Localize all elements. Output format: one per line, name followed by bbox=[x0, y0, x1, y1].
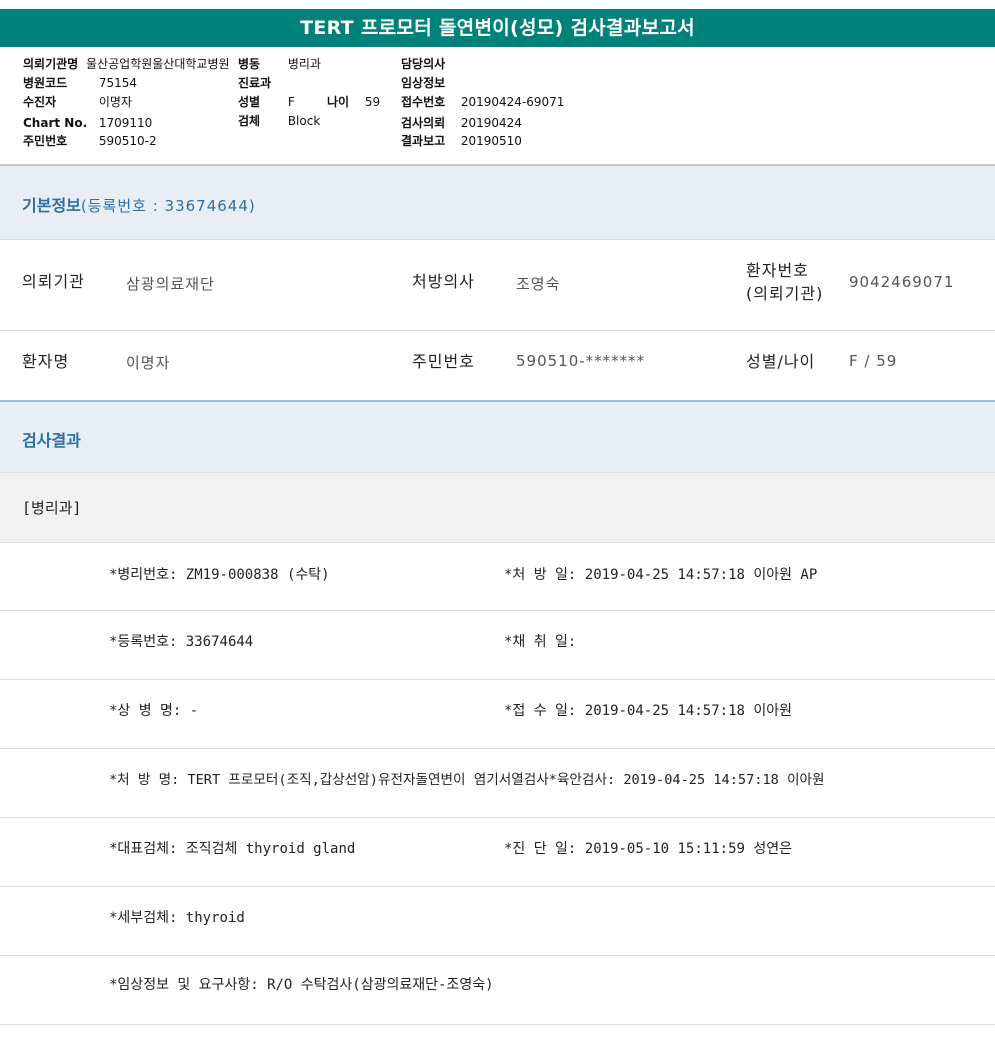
header-col1-row2: 병원코드 75154 bbox=[23, 75, 137, 91]
result-row: *처 방 명: TERT 프로모터(조직,갑상선암)유전자돌연변이 염기서열검사… bbox=[0, 749, 995, 818]
header-label: 담당의사 bbox=[401, 57, 446, 71]
basic-info-row-2: 환자명 이명자 주민번호 590510-******* 성별/나이 F / 59 bbox=[0, 331, 995, 401]
doctor-value: 조영숙 bbox=[516, 275, 561, 293]
header-col2-row3: 성별 F bbox=[238, 94, 295, 110]
result-left: *상 병 명: - bbox=[109, 703, 199, 719]
result-row: *세부검체: thyroid bbox=[0, 887, 995, 956]
header-label: 병동 bbox=[238, 57, 261, 71]
institution-label: 의뢰기관 bbox=[22, 272, 85, 291]
header-value: 병리과 bbox=[287, 57, 321, 71]
header-value: 울산공업학원울산대학교병원 bbox=[86, 57, 230, 71]
report-title: TERT 프로모터 돌연변이(성모) 검사결과보고서 bbox=[0, 9, 995, 47]
sex-age-value: F / 59 bbox=[849, 352, 898, 370]
basic-info-title-text: 기본정보 bbox=[22, 196, 81, 215]
header-value: F bbox=[287, 95, 295, 109]
department-label: [병리과] bbox=[22, 499, 82, 517]
basic-info-title: 기본정보(등록번호 : 33674644) bbox=[22, 192, 256, 216]
result-left: *처 방 명: TERT 프로모터(조직,갑상선암)유전자돌연변이 염기서열검사… bbox=[109, 772, 825, 788]
header-value: 75154 bbox=[98, 76, 138, 90]
header-value: Block bbox=[287, 114, 321, 128]
basic-info-row-1: 의뢰기관 삼광의료재단 처방의사 조영숙 환자번호 (의뢰기관) 9042469… bbox=[0, 240, 995, 331]
header-col1-row5: 주민번호 590510-2 bbox=[23, 133, 157, 149]
result-left: *세부검체: thyroid bbox=[109, 910, 245, 926]
header-col1-row3: 수진자 이명자 bbox=[23, 94, 132, 110]
header-col2-row4: 검체 Block bbox=[238, 113, 320, 129]
header-label: 접수번호 bbox=[401, 95, 446, 109]
patient-name-value: 이명자 bbox=[126, 354, 171, 372]
header-age: 나이 59 bbox=[327, 94, 380, 110]
result-row: *병리번호: ZM19-000838 (수탁) *처 방 일: 2019-04-… bbox=[0, 542, 995, 611]
result-row: *임상정보 및 요구사항: R/O 수탁검사(삼광의료재단-조영숙) bbox=[0, 956, 995, 1025]
basic-info-subtitle: (등록번호 : 33674644) bbox=[80, 197, 256, 215]
result-right: *접 수 일: 2019-04-25 14:57:18 이아원 bbox=[504, 703, 792, 719]
header-col3-row3: 접수번호 20190424-69071 bbox=[401, 94, 564, 110]
result-right: *진 단 일: 2019-05-10 15:11:59 성연은 bbox=[504, 841, 792, 857]
header-value: 20190510 bbox=[460, 134, 522, 148]
header-label: 나이 bbox=[327, 95, 350, 109]
department-band: [병리과] bbox=[0, 472, 995, 542]
patient-name-label: 환자명 bbox=[22, 352, 70, 371]
result-row: *등록번호: 33674644 *채 취 일: bbox=[0, 611, 995, 680]
header-label: 임상정보 bbox=[401, 76, 446, 90]
header-col3-row5: 결과보고 20190510 bbox=[401, 133, 522, 149]
header-col1-row4: Chart No. 1709110 bbox=[23, 115, 152, 131]
institution-value: 삼광의료재단 bbox=[126, 275, 215, 293]
result-left: *병리번호: ZM19-000838 (수탁) bbox=[109, 567, 330, 583]
doctor-label: 처방의사 bbox=[412, 272, 475, 291]
result-left: *대표검체: 조직검체 thyroid gland bbox=[109, 841, 356, 857]
header-label: 검사의뢰 bbox=[401, 116, 446, 130]
header-value: 이명자 bbox=[98, 95, 132, 109]
header-label: Chart No. bbox=[23, 116, 88, 130]
patient-number-label: 환자번호 bbox=[746, 261, 809, 280]
rrn-value: 590510-******* bbox=[516, 352, 646, 370]
header-col2-row2: 진료과 bbox=[238, 75, 288, 91]
result-row: *대표검체: 조직검체 thyroid gland *진 단 일: 2019-0… bbox=[0, 818, 995, 887]
result-left: *등록번호: 33674644 bbox=[109, 634, 254, 650]
results-title: 검사결과 bbox=[22, 431, 81, 450]
patient-number-sublabel: (의뢰기관) bbox=[746, 284, 824, 303]
header-col1-row1: 의뢰기관명 울산공업학원울산대학교병원 bbox=[23, 56, 230, 72]
result-right: *채 취 일: bbox=[504, 634, 577, 650]
results-header: 검사결과 bbox=[0, 402, 995, 472]
header-col3-row4: 검사의뢰 20190424 bbox=[401, 115, 522, 131]
header-value: 59 bbox=[364, 95, 381, 109]
header-label: 의뢰기관명 bbox=[23, 57, 79, 71]
header-value: 590510-2 bbox=[98, 134, 157, 148]
header-label: 결과보고 bbox=[401, 134, 446, 148]
header-value: 20190424 bbox=[460, 116, 522, 130]
result-right: *처 방 일: 2019-04-25 14:57:18 이아원 AP bbox=[504, 567, 818, 583]
header-label: 검체 bbox=[238, 114, 261, 128]
header-col3-row2: 임상정보 bbox=[401, 75, 461, 91]
header-label: 주민번호 bbox=[23, 134, 68, 148]
header-value: 1709110 bbox=[98, 116, 153, 130]
header-col3-row1: 담당의사 bbox=[401, 56, 461, 72]
header-label: 병원코드 bbox=[23, 76, 68, 90]
header-label: 진료과 bbox=[238, 76, 272, 90]
basic-info-header: 기본정보(등록번호 : 33674644) bbox=[0, 166, 995, 240]
rrn-label: 주민번호 bbox=[412, 352, 475, 371]
result-row: *상 병 명: - *접 수 일: 2019-04-25 14:57:18 이아… bbox=[0, 680, 995, 749]
header-col2-row1: 병동 병리과 bbox=[238, 56, 321, 72]
result-left: *임상정보 및 요구사항: R/O 수탁검사(삼광의료재단-조영숙) bbox=[109, 977, 494, 993]
header-label: 수진자 bbox=[23, 95, 57, 109]
header-value: 20190424-69071 bbox=[460, 95, 565, 109]
patient-number-value: 9042469071 bbox=[849, 273, 955, 291]
sex-age-label: 성별/나이 bbox=[746, 352, 816, 371]
header-label: 성별 bbox=[238, 95, 261, 109]
